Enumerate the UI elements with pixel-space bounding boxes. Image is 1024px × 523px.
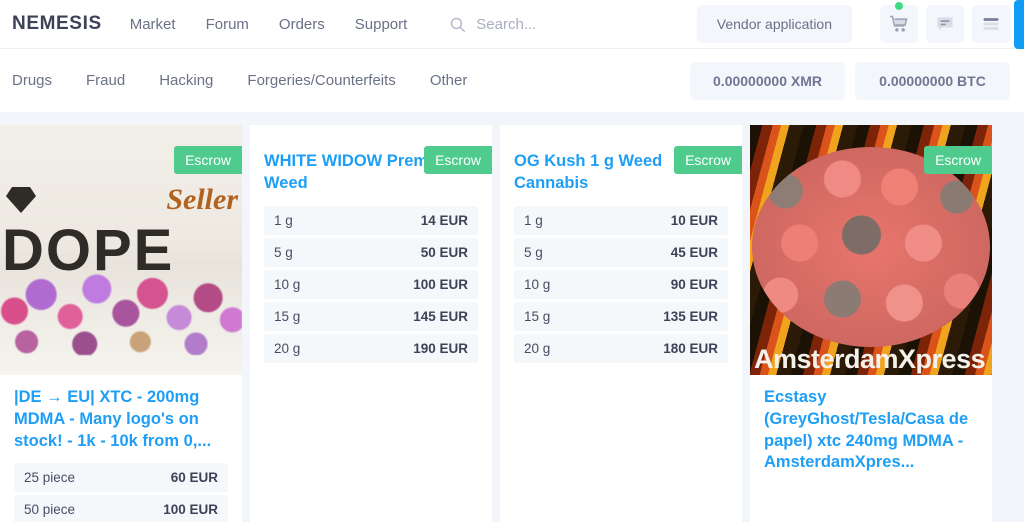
photo-diamond-icon: [6, 187, 36, 213]
photo-pills: [0, 245, 242, 355]
price-qty: 15 g: [274, 308, 301, 324]
price-amount: 145 EUR: [413, 308, 468, 324]
nav-item-support[interactable]: Support: [355, 16, 408, 33]
price-qty: 10 g: [274, 276, 301, 292]
escrow-badge: Escrow: [674, 146, 742, 174]
category-fraud[interactable]: Fraud: [86, 72, 125, 89]
escrow-badge: Escrow: [424, 146, 492, 174]
product-card[interactable]: Seller DOPE Escrow |DE → EU| XTC - 200mg…: [0, 125, 242, 522]
primary-nav: Market Forum Orders Support: [130, 16, 408, 33]
escrow-badge: Escrow: [924, 146, 992, 174]
price-row: 15 g 145 EUR: [264, 301, 478, 331]
search-input[interactable]: [476, 15, 677, 33]
product-card[interactable]: AmsterdamXpress Escrow Ecstasy (GreyGhos…: [750, 125, 992, 522]
site-logo[interactable]: NEMESIS: [12, 13, 102, 35]
messages-icon: [937, 17, 953, 31]
price-qty: 1 g: [274, 212, 293, 228]
nav-item-forum[interactable]: Forum: [206, 16, 249, 33]
product-title[interactable]: |DE → EU| XTC - 200mg MDMA - Many logo's…: [14, 387, 228, 452]
product-image: AmsterdamXpress Escrow: [750, 125, 992, 375]
photo-text-seller: Seller: [166, 183, 238, 216]
price-qty: 10 g: [524, 276, 551, 292]
price-amount: 190 EUR: [413, 340, 468, 356]
nav-item-orders[interactable]: Orders: [279, 16, 325, 33]
category-other[interactable]: Other: [430, 72, 468, 89]
price-amount: 180 EUR: [663, 340, 718, 356]
price-amount: 45 EUR: [670, 244, 718, 260]
price-amount: 50 EUR: [420, 244, 468, 260]
price-row: 20 g 180 EUR: [514, 333, 728, 363]
messages-button[interactable]: [926, 5, 964, 43]
price-amount: 100 EUR: [413, 276, 468, 292]
price-amount: 14 EUR: [420, 212, 468, 228]
cart-icon: [889, 15, 908, 32]
product-body: |DE → EU| XTC - 200mg MDMA - Many logo's…: [0, 375, 242, 522]
price-row: 20 g 190 EUR: [264, 333, 478, 363]
price-qty: 25 piece: [24, 470, 76, 486]
price-qty: 1 g: [524, 212, 543, 228]
cart-button[interactable]: [880, 2, 918, 43]
price-row: 1 g 14 EUR: [264, 205, 478, 235]
product-title[interactable]: Ecstasy (GreyGhost/Tesla/Casa de papel) …: [764, 387, 978, 474]
price-amount: 100 EUR: [163, 502, 218, 518]
escrow-badge: Escrow: [174, 146, 242, 174]
price-qty: 5 g: [524, 244, 543, 260]
photo-text-shopname: AmsterdamXpress: [754, 344, 986, 374]
category-drugs[interactable]: Drugs: [12, 72, 52, 89]
price-row: 50 piece 100 EUR: [14, 495, 228, 522]
menu-icon: [983, 18, 999, 30]
price-row: 15 g 135 EUR: [514, 301, 728, 331]
search-box[interactable]: [449, 15, 697, 33]
price-qty: 15 g: [524, 308, 551, 324]
vendor-application-button[interactable]: Vendor application: [696, 5, 852, 43]
price-amount: 10 EUR: [670, 212, 718, 228]
category-hacking[interactable]: Hacking: [159, 72, 213, 89]
edge-accent-strip[interactable]: [1014, 0, 1024, 49]
cart-notification-dot: [895, 2, 903, 10]
price-amount: 60 EUR: [170, 470, 218, 486]
category-forgeries[interactable]: Forgeries/Counterfeits: [247, 72, 395, 89]
price-qty: 20 g: [274, 340, 301, 356]
search-icon: [449, 16, 466, 33]
balance-btc[interactable]: 0.00000000 BTC: [855, 61, 1010, 100]
price-row: 10 g 100 EUR: [264, 269, 478, 299]
product-card[interactable]: Escrow WHITE WIDOW Premium Weed 1 g 14 E…: [250, 125, 492, 522]
product-image: Seller DOPE Escrow: [0, 125, 242, 375]
photo-pill-bowl: [752, 147, 990, 347]
price-row: 1 g 10 EUR: [514, 205, 728, 235]
product-grid: Seller DOPE Escrow |DE → EU| XTC - 200mg…: [0, 112, 1024, 522]
balance-xmr[interactable]: 0.00000000 XMR: [690, 61, 845, 100]
price-row: 10 g 90 EUR: [514, 269, 728, 299]
price-amount: 90 EUR: [670, 276, 718, 292]
top-header-bar: NEMESIS Market Forum Orders Support Vend…: [0, 0, 1024, 49]
product-card[interactable]: Escrow OG Kush 1 g Weed Cannabis 1 g 10 …: [500, 125, 742, 522]
price-qty: 20 g: [524, 340, 551, 356]
price-row: 5 g 50 EUR: [264, 237, 478, 267]
price-row: 25 piece 60 EUR: [14, 463, 228, 493]
menu-button[interactable]: [972, 5, 1010, 43]
price-row: 5 g 45 EUR: [514, 237, 728, 267]
price-qty: 50 piece: [24, 502, 76, 518]
product-body: Ecstasy (GreyGhost/Tesla/Casa de papel) …: [750, 375, 992, 474]
nav-item-market[interactable]: Market: [130, 16, 176, 33]
price-amount: 135 EUR: [663, 308, 718, 324]
price-qty: 5 g: [274, 244, 293, 260]
category-nav: Drugs Fraud Hacking Forgeries/Counterfei…: [12, 72, 680, 89]
category-bar: Drugs Fraud Hacking Forgeries/Counterfei…: [0, 49, 1024, 112]
